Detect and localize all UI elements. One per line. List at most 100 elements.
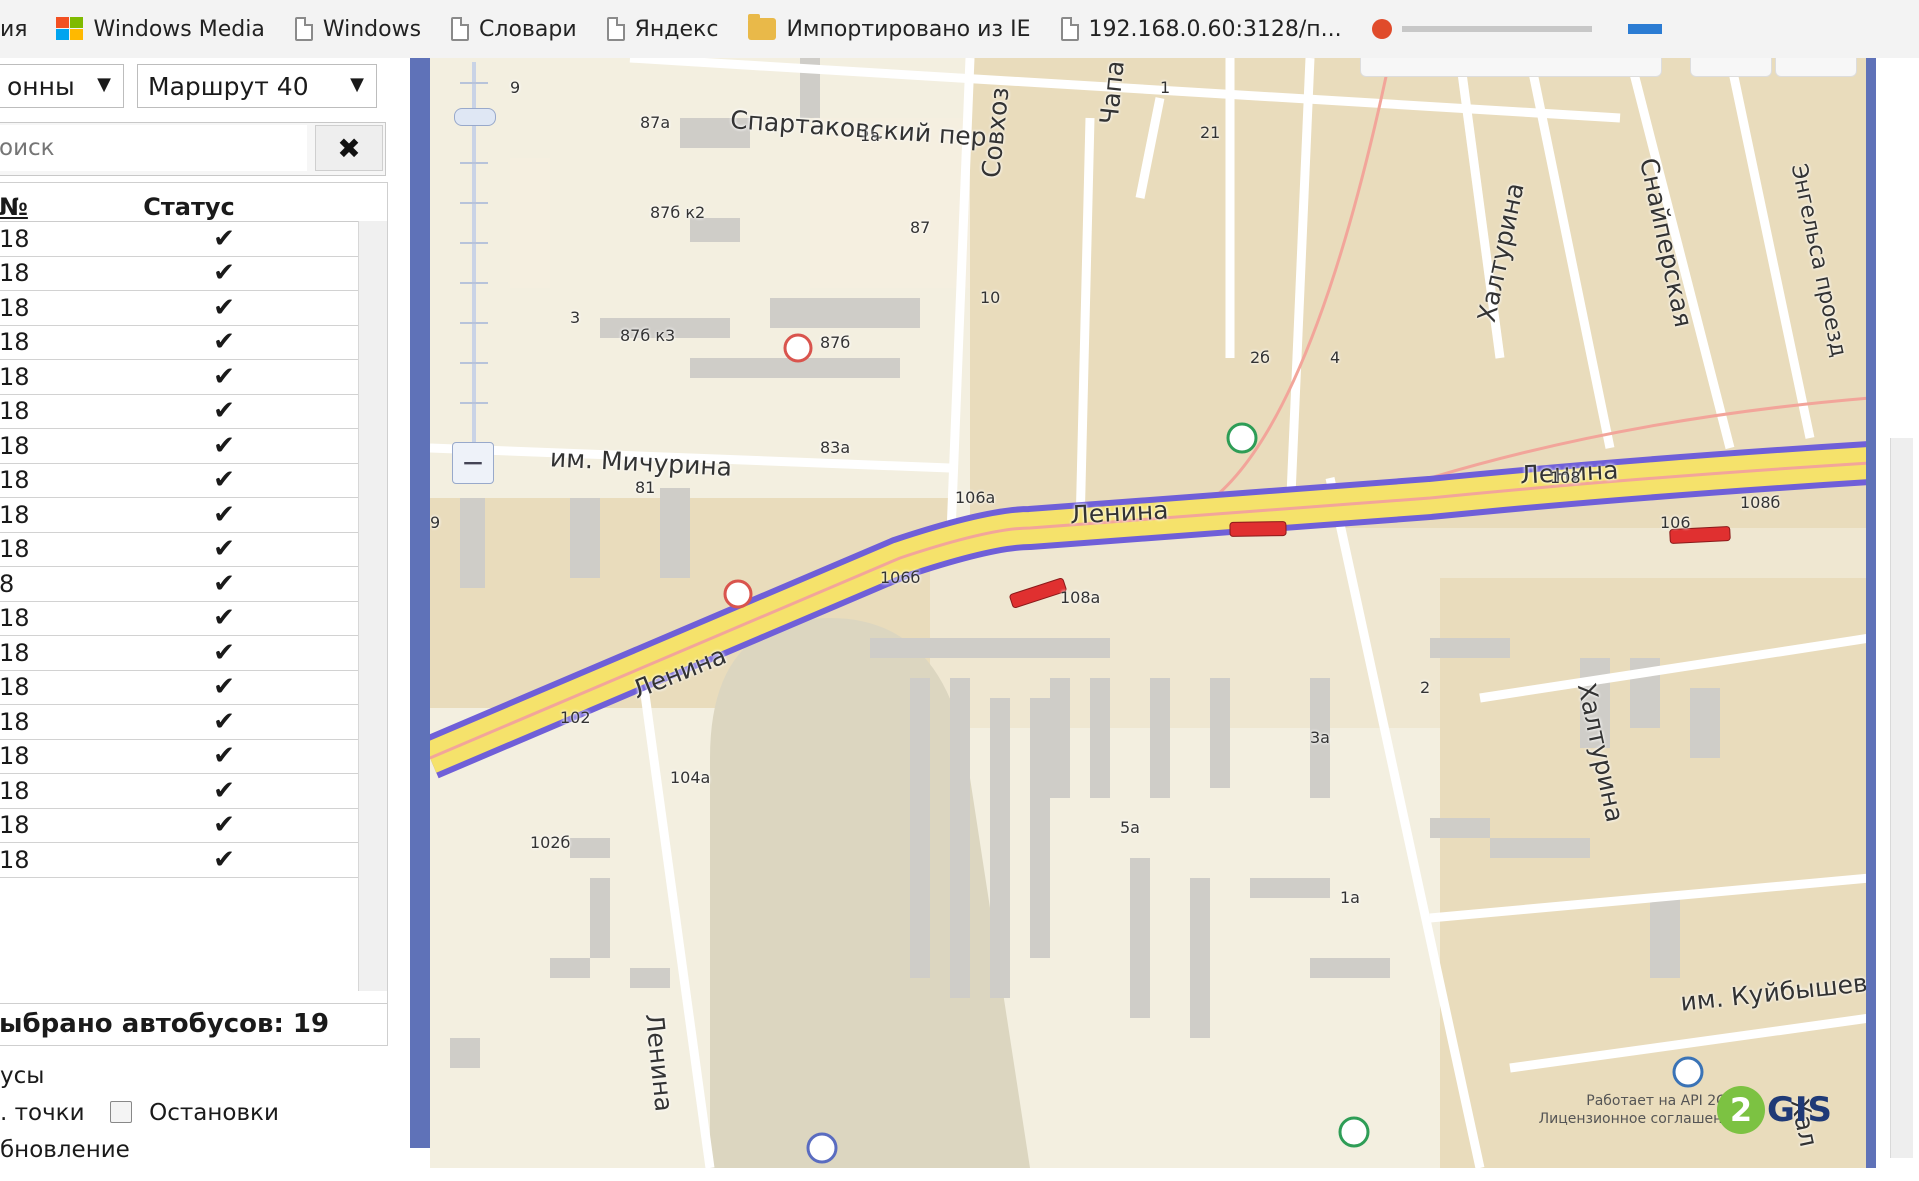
bookmark-item-windows-media[interactable]: Windows Media (54, 16, 265, 42)
table-row[interactable]: 18 ✔ (0, 395, 359, 429)
house-number: 87б (820, 333, 851, 352)
table-row[interactable]: 18 ✔ (0, 809, 359, 843)
option-stops-label: Остановки (149, 1100, 279, 1126)
map-border-right (1866, 58, 1876, 1168)
bookmark-label: 192.168.0.60:3128/п... (1088, 16, 1342, 42)
bookmark-folder-imported-ie[interactable]: Импортировано из IE (748, 14, 1031, 42)
flag-icon (1371, 19, 1392, 39)
bus-marker (1229, 521, 1287, 537)
attribution-license[interactable]: Лицензионное соглашение (1539, 1110, 1740, 1128)
bookmarks-bar: ия Windows Media Windows Словари Яндекс … (0, 0, 1919, 59)
status-check-icon: ✔ (213, 603, 235, 634)
map-canvas[interactable]: − Спартаковский пер им. Мичурина Ленина … (430, 58, 1870, 1168)
vehicle-type-select[interactable]: онны ▼ (0, 64, 124, 108)
search-row: ✖ (0, 122, 386, 176)
option-update[interactable]: бновление (0, 1132, 279, 1169)
zoom-out-button[interactable]: − (452, 442, 494, 484)
table-row[interactable]: 18 ✔ (0, 740, 359, 774)
table-scrollbar[interactable] (358, 221, 387, 991)
bus-number: 18 (0, 500, 30, 529)
2gis-logo[interactable]: 2 GIS (1716, 1086, 1832, 1134)
house-number: 106б (880, 568, 921, 587)
bookmark-item-partial[interactable]: ия (0, 17, 28, 42)
stops-checkbox[interactable] (109, 1101, 132, 1123)
folder-icon (748, 14, 777, 40)
table-row[interactable]: 18 ✔ (0, 533, 359, 567)
bookmark-item-proxy[interactable]: 192.168.0.60:3128/п... (1060, 16, 1342, 42)
bookmark-item-windows[interactable]: Windows (294, 16, 422, 42)
bus-number: 18 (0, 293, 30, 322)
bus-number: 18 (0, 535, 30, 564)
table-row[interactable]: 18 ✔ (0, 257, 359, 291)
table-row[interactable]: 18 ✔ (0, 291, 359, 326)
attribution-api[interactable]: Работает на API 2GIS (1539, 1092, 1740, 1110)
column-header-number[interactable]: № (0, 193, 99, 221)
house-number: 9 (510, 78, 521, 97)
status-check-icon: ✔ (213, 810, 235, 841)
house-number: 87б к3 (620, 326, 676, 345)
bus-number: 18 (0, 224, 30, 253)
page-scrollbar[interactable] (1890, 438, 1913, 1158)
status-check-icon: ✔ (213, 499, 235, 530)
table-row[interactable]: 18 ✔ (0, 360, 359, 395)
zoom-tick (460, 322, 488, 324)
house-number: 2 (1420, 678, 1431, 697)
status-check-icon: ✔ (213, 534, 235, 565)
table-row[interactable]: 18 ✔ (0, 222, 359, 257)
bookmark-item-cut[interactable] (1371, 19, 1592, 39)
bookmark-item-yandex[interactable]: Яндекс (606, 17, 718, 42)
table-row[interactable]: 18 ✔ (0, 464, 359, 498)
option-row-points: . точки Остановки (0, 1095, 279, 1132)
table-row[interactable]: 18 ✔ (0, 326, 359, 360)
bus-number: 18 (0, 466, 30, 495)
map-top-control[interactable] (1775, 58, 1857, 77)
option-points[interactable]: . точки (0, 1100, 85, 1126)
bus-number: 18 (0, 259, 30, 288)
table-row[interactable]: 18 ✔ (0, 429, 359, 464)
table-header: № Статус (0, 183, 387, 222)
table-row[interactable]: 18 ✔ (0, 498, 359, 533)
bookmark-item-dictionaries[interactable]: Словари (451, 17, 577, 42)
house-number: 106а (955, 488, 996, 507)
table-row[interactable]: 18 ✔ (0, 636, 359, 671)
vehicle-type-value: онны (7, 71, 75, 101)
table-row[interactable]: 18 ✔ (0, 705, 359, 740)
display-options: усы . точки Остановки бновление (0, 1058, 279, 1169)
house-number: 108а (1060, 588, 1101, 607)
house-number: 106 (1660, 513, 1691, 532)
map-attribution: Работает на API 2GIS Лицензионное соглаш… (1539, 1092, 1740, 1128)
map-top-control[interactable] (1360, 58, 1662, 77)
house-number: 10 (980, 288, 1001, 307)
zoom-slider-handle[interactable] (454, 108, 496, 126)
sport-icon (1338, 1116, 1370, 1148)
house-number: 3а (1310, 728, 1330, 747)
table-row[interactable]: 18 ✔ (0, 843, 359, 878)
map-top-control[interactable] (1690, 58, 1772, 77)
clear-search-button[interactable]: ✖ (315, 125, 383, 171)
bus-number: 18 (0, 673, 30, 702)
zoom-control: − (452, 62, 496, 484)
bus-number: 18 (0, 604, 30, 633)
dropdown-arrow-icon: ▼ (350, 74, 364, 95)
house-number: 4 (1330, 348, 1341, 367)
bus-number: 18 (0, 328, 30, 357)
close-icon: ✖ (337, 131, 361, 165)
house-number: 83а (820, 438, 851, 457)
table-row[interactable]: 18 ✔ (0, 774, 359, 809)
column-header-status[interactable]: Статус (99, 193, 279, 221)
house-number: 108 (1550, 468, 1581, 487)
table-row[interactable]: 18 ✔ (0, 671, 359, 705)
table-row[interactable]: 18 ✔ (0, 602, 359, 636)
house-number: 108б (1740, 493, 1781, 512)
bookmark-label: Windows (322, 16, 422, 42)
route-select[interactable]: Маршрут 40 ▼ (137, 64, 377, 108)
bookmark-item-blue-icon[interactable] (1627, 24, 1662, 34)
table-row[interactable]: 8 ✔ (0, 567, 359, 602)
status-check-icon: ✔ (213, 361, 235, 392)
bus-number: 18 (0, 742, 30, 771)
option-buses[interactable]: усы (0, 1058, 279, 1095)
zoom-tick (460, 202, 488, 204)
search-input[interactable] (0, 125, 307, 171)
house-number: 3 (570, 308, 581, 327)
bus-number: 18 (0, 811, 30, 840)
